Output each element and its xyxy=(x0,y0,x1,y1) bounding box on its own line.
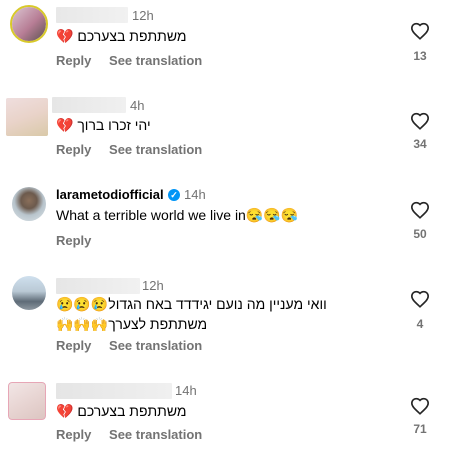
like-button[interactable] xyxy=(408,201,432,219)
like-count: 4 xyxy=(416,317,424,331)
comment-actions: Reply See translation xyxy=(56,338,216,353)
comment-text: 💔 משתתפת בצערכם xyxy=(56,28,187,45)
reply-button[interactable]: Reply xyxy=(56,338,91,353)
heart-outline-icon xyxy=(410,201,430,219)
comment-text-line-2: 🙌🙌🙌משתתפת לצערך xyxy=(56,316,207,333)
comment-time: 14h xyxy=(175,383,197,398)
like-button[interactable] xyxy=(408,112,432,130)
comment-emoji: 😪😪😪 xyxy=(245,207,299,223)
username-redacted xyxy=(56,383,172,399)
comment-time: 4h xyxy=(130,98,145,113)
comment-text-content: What a terrible world we live in xyxy=(56,207,246,223)
comment-emoji: 🙌🙌🙌 xyxy=(56,316,109,332)
comment-text: What a terrible world we live in😪😪😪 xyxy=(56,207,298,224)
comment-text-content: יהי זכרו ברוך xyxy=(77,117,151,133)
heart-outline-icon xyxy=(410,397,430,415)
comment-text-content: וואי מעניין מה נועם יגידדד באח הגדול xyxy=(108,296,327,312)
comment-4: 12h 😢😢😢וואי מעניין מה נועם יגידדד באח הג… xyxy=(0,272,450,362)
comment-5: 14h 💔 משתתפת בצערכם Reply See translatio… xyxy=(0,378,450,450)
comment-text-content: משתתפת בצערכם xyxy=(77,403,187,419)
comment-emoji: 💔 xyxy=(56,403,74,419)
heart-outline-icon xyxy=(410,290,430,308)
username[interactable]: larametodiofficial xyxy=(56,187,164,202)
comment-emoji: 😢😢😢 xyxy=(56,296,109,312)
reply-button[interactable]: Reply xyxy=(56,427,91,442)
comment-2: 4h 💔 יהי זכרו ברוך Reply See translation… xyxy=(0,92,450,172)
comment-actions: Reply xyxy=(56,233,105,248)
like-count: 71 xyxy=(413,422,427,436)
comment-text-line-1: 😢😢😢וואי מעניין מה נועם יגידדד באח הגדול xyxy=(56,296,327,313)
see-translation-button[interactable]: See translation xyxy=(109,53,202,68)
username-redacted xyxy=(52,97,126,113)
comment-text: 💔 יהי זכרו ברוך xyxy=(56,117,151,134)
see-translation-button[interactable]: See translation xyxy=(109,427,202,442)
comment-time: 12h xyxy=(132,8,154,23)
verified-badge-icon: ✓ xyxy=(168,189,180,201)
heart-outline-icon xyxy=(410,22,430,40)
comment-emoji: 💔 xyxy=(56,28,74,44)
heart-outline-icon xyxy=(410,112,430,130)
comment-actions: Reply See translation xyxy=(56,53,216,68)
comment-text-content: משתתפת בצערכם xyxy=(77,28,187,44)
avatar[interactable] xyxy=(12,276,46,310)
reply-button[interactable]: Reply xyxy=(56,233,91,248)
like-button[interactable] xyxy=(408,22,432,40)
see-translation-button[interactable]: See translation xyxy=(109,142,202,157)
comment-actions: Reply See translation xyxy=(56,142,216,157)
like-count: 34 xyxy=(413,137,427,151)
reply-button[interactable]: Reply xyxy=(56,53,91,68)
like-count: 50 xyxy=(413,227,427,241)
comment-emoji: 💔 xyxy=(56,117,74,133)
see-translation-button[interactable]: See translation xyxy=(109,338,202,353)
avatar[interactable] xyxy=(6,98,48,136)
avatar[interactable] xyxy=(12,187,46,221)
reply-button[interactable]: Reply xyxy=(56,142,91,157)
username-redacted xyxy=(56,7,128,23)
avatar[interactable] xyxy=(10,5,48,43)
comment-time: 14h xyxy=(184,187,206,202)
username-redacted xyxy=(56,278,140,294)
like-button[interactable] xyxy=(408,290,432,308)
comment-time: 12h xyxy=(142,278,164,293)
comment-text: 💔 משתתפת בצערכם xyxy=(56,403,187,420)
comment-3: larametodiofficial ✓ 14h What a terrible… xyxy=(0,183,450,263)
comment-actions: Reply See translation xyxy=(56,427,216,442)
comment-text-content: משתתפת לצערך xyxy=(108,316,208,332)
comment-1: 12h 💔 משתתפת בצערכם Reply See translatio… xyxy=(0,0,450,80)
like-button[interactable] xyxy=(408,397,432,415)
avatar[interactable] xyxy=(8,382,46,420)
like-count: 13 xyxy=(413,49,427,63)
